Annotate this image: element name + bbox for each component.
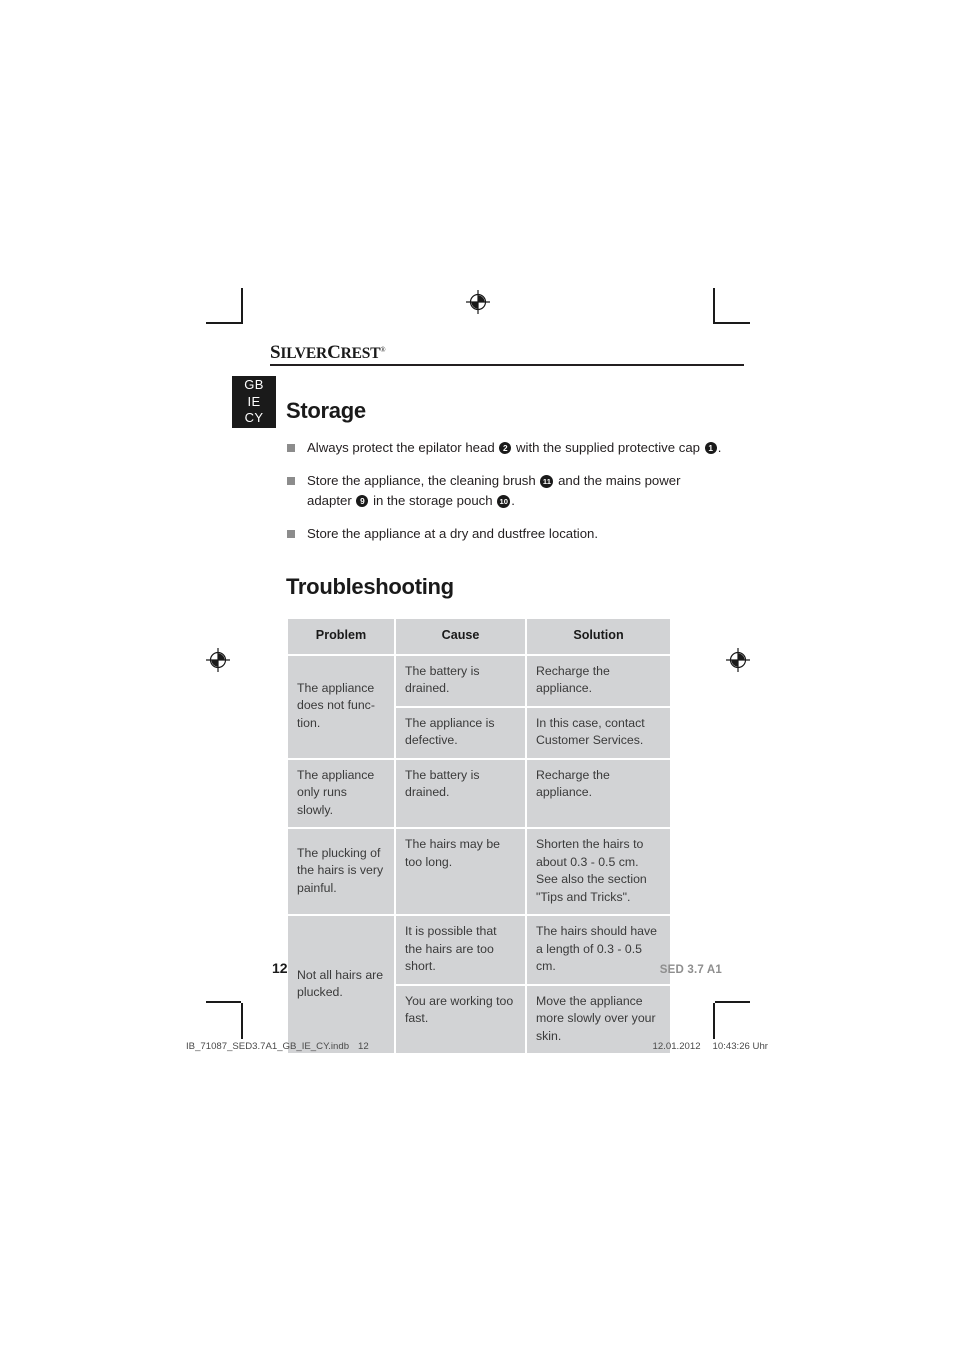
troubleshooting-heading: Troubleshooting <box>286 574 454 599</box>
crop-mark-top-right-horizontal <box>715 322 750 324</box>
bullet-text-run: Store the appliance, the cleaning brush <box>307 473 540 488</box>
crop-mark-top-left-horizontal <box>206 322 241 324</box>
cell-cause: The battery is drained. <box>396 759 525 827</box>
silvercrest-logo: SILVERCREST® <box>270 340 722 364</box>
cell-solution: In this case, contact Customer Services. <box>527 707 670 758</box>
slug-right: 12.01.2012 10:43:26 Uhr <box>641 1041 768 1052</box>
logo-rest: REST <box>340 345 381 363</box>
cell-solution: Recharge the appliance. <box>527 759 670 827</box>
storage-heading: Storage <box>286 398 366 423</box>
print-slug-line: IB_71087_SED3.7A1_GB_IE_CY.indb 12 12.01.… <box>186 1041 768 1052</box>
language-tab: GB IE CY <box>232 376 276 428</box>
registration-mark-right <box>725 647 751 673</box>
language-tab-ie: IE <box>247 393 261 409</box>
cell-solution: Recharge the appliance. <box>527 655 670 706</box>
bullet-text-run: with the supplied protective cap <box>512 440 704 455</box>
cell-cause: The appliance is defective. <box>396 707 525 758</box>
language-tab-cy: CY <box>244 410 264 425</box>
table-row: The appliance only runs slowly. The batte… <box>288 759 670 827</box>
page-footer: 12 SED 3.7 A1 <box>232 960 722 976</box>
model-designation: SED 3.7 A1 <box>659 964 722 976</box>
cell-cause: The hairs may be too long. <box>396 829 525 914</box>
column-header-cause: Cause <box>396 619 525 654</box>
bullet-square-icon <box>287 530 295 538</box>
slug-filename: IB_71087_SED3.7A1_GB_IE_CY.indb <box>186 1041 350 1052</box>
slug-left: IB_71087_SED3.7A1_GB_IE_CY.indb 12 <box>186 1041 378 1052</box>
bullet-text-run: . <box>717 440 722 455</box>
slug-date: 12.01.2012 <box>652 1041 701 1052</box>
table-body: The appliance does not func-tion. The bat… <box>288 655 670 1053</box>
page-content: SILVERCREST® GB IE CY Storage Always pro… <box>232 340 744 1055</box>
part-number-badge-1: 1 <box>704 442 717 454</box>
bullet-square-icon <box>287 477 295 485</box>
bullet-text-run: . <box>511 493 515 508</box>
registered-trademark-icon: ® <box>380 346 386 354</box>
slug-page: 12 <box>358 1041 369 1052</box>
crop-mark-top-right-vertical <box>713 288 715 324</box>
cell-cause: The battery is drained. <box>396 655 525 706</box>
cell-problem: The appliance does not func-tion. <box>288 655 394 758</box>
bullet-text-run: Always protect the epilator head <box>307 440 499 455</box>
part-number-badge-2: 2 <box>499 442 512 454</box>
header-divider <box>270 364 744 366</box>
part-number-badge-9: 9 <box>356 495 369 507</box>
brand-header: SILVERCREST® <box>232 340 744 368</box>
page-number: 12 <box>272 960 288 976</box>
logo-c: C <box>327 342 341 364</box>
language-tab-gb: GB <box>244 377 264 392</box>
troubleshooting-table: Problem Cause Solution The appliance does … <box>286 617 672 1055</box>
registration-mark-left <box>205 647 231 673</box>
storage-bullet-item: Store the appliance at a dry and dustfre… <box>286 524 722 544</box>
bullet-text-run: in the storage pouch <box>369 493 497 508</box>
table-row: The appliance does not func-tion. The bat… <box>288 655 670 758</box>
bullet-text-run: Store the appliance at a dry and dustfre… <box>307 526 599 541</box>
table-head: Problem Cause Solution <box>288 619 670 654</box>
storage-bullet-item: Store the appliance, the cleaning brush … <box>286 471 722 511</box>
table-row: The plucking of the hairs is very painfu… <box>288 829 670 914</box>
table-header-row: Problem Cause Solution <box>288 619 670 654</box>
cell-problem: Not all hairs are plucked. <box>288 916 394 1053</box>
column-header-solution: Solution <box>527 619 670 654</box>
registration-mark-top <box>465 289 491 315</box>
column-header-problem: Problem <box>288 619 394 654</box>
cell-problem: The appliance only runs slowly. <box>288 759 394 827</box>
logo-s: S <box>270 342 281 364</box>
storage-bullet-list: Always protect the epilator head 2 with … <box>286 438 722 544</box>
part-number-badge-11: 11 <box>540 475 554 488</box>
cell-problem: The plucking of the hairs is very painfu… <box>288 829 394 914</box>
part-number-badge-10: 10 <box>497 495 511 508</box>
bullet-square-icon <box>287 444 295 452</box>
storage-bullet-item: Always protect the epilator head 2 with … <box>286 438 722 458</box>
cell-solution: Shorten the hairs to about 0.3 - 0.5 cm.… <box>527 829 670 914</box>
logo-ilver: ILVER <box>280 345 328 363</box>
main-column: Storage Always protect the epilator head… <box>232 368 722 1055</box>
slug-time: 10:43:26 Uhr <box>712 1041 768 1052</box>
crop-mark-top-left-vertical <box>241 288 243 324</box>
